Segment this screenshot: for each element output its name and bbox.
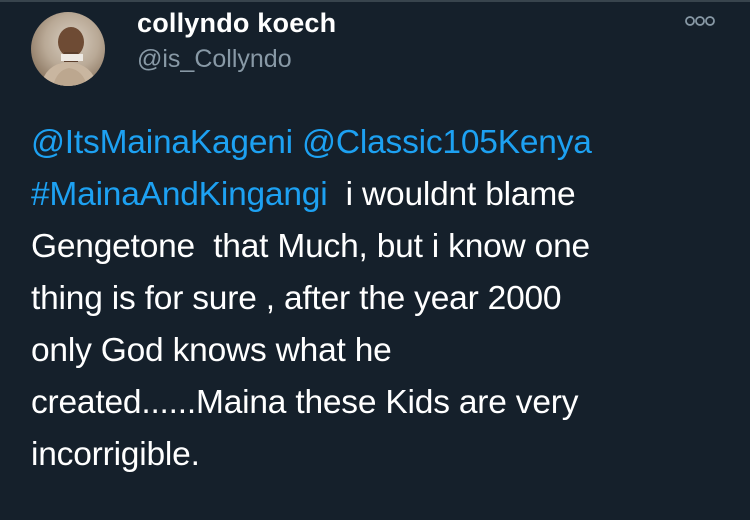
tweet-text-line: created......Maina these Kids are very [31,384,579,421]
mention-separator [293,124,302,161]
avatar-photo-icon [41,27,97,86]
avatar[interactable] [31,12,105,86]
display-name[interactable]: collyndo koech [137,8,336,39]
tweet-text-line: Gengetone that Much, but i know one [31,228,590,265]
tweet-text-line: incorrigible. [31,436,200,473]
more-options-button[interactable] [680,10,720,32]
hashtag-link[interactable]: #MainaAndKingangi [31,176,328,213]
tweet-text-line: #MainaAndKingangi i wouldnt blame [31,169,731,221]
tweet-text-fragment: i wouldnt blame [327,176,576,213]
tweet-text-line: thing is for sure , after the year 2000 [31,280,562,317]
tweet-text-line: @ItsMainaKageni @Classic105Kenya [31,117,731,169]
mention-link[interactable]: @Classic105Kenya [302,124,592,161]
more-horizontal-icon [685,16,715,26]
tweet-text-line: only God knows what he [31,332,392,369]
mention-link[interactable]: @ItsMainaKageni [31,124,293,161]
tweet-text: @ItsMainaKageni @Classic105Kenya #MainaA… [31,117,731,481]
user-handle[interactable]: @is_Collyndo [137,45,292,74]
tweet: collyndo koech @is_Collyndo @ItsMainaKag… [0,0,750,520]
